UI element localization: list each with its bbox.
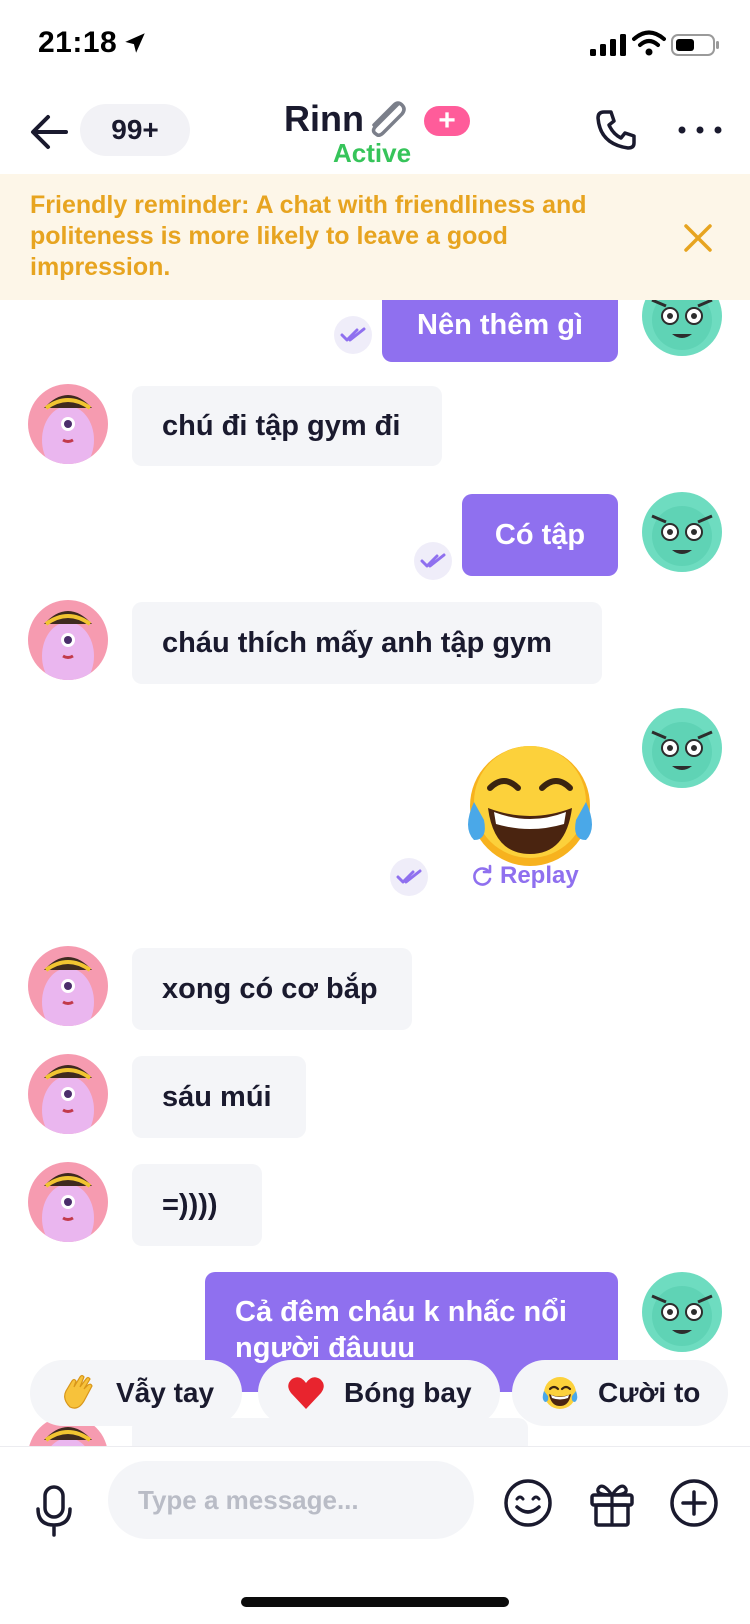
contact-avatar[interactable] bbox=[28, 1054, 108, 1134]
battery-icon bbox=[671, 34, 719, 56]
read-receipt-icon bbox=[334, 316, 372, 354]
replay-button[interactable]: Replay bbox=[470, 862, 579, 890]
unread-count-badge[interactable]: 99+ bbox=[80, 104, 190, 156]
status-time: 21:18 bbox=[38, 26, 118, 59]
contact-avatar[interactable] bbox=[28, 600, 108, 680]
plus-badge[interactable]: + bbox=[424, 106, 470, 136]
quick-reaction-laugh[interactable]: Cười to bbox=[512, 1360, 729, 1426]
laughing-tears-sticker[interactable] bbox=[460, 736, 600, 876]
contact-name[interactable]: Rinn bbox=[284, 98, 364, 140]
wifi-icon bbox=[632, 30, 666, 56]
phone-icon[interactable] bbox=[594, 108, 638, 152]
presence-status: Active bbox=[333, 138, 412, 168]
paperclip-icon bbox=[371, 101, 406, 138]
more-options-icon[interactable] bbox=[676, 112, 724, 148]
home-indicator bbox=[241, 1597, 509, 1607]
close-icon[interactable] bbox=[680, 220, 716, 256]
back-arrow-icon[interactable] bbox=[28, 112, 72, 152]
status-bar: 21:18 bbox=[0, 0, 750, 90]
outgoing-message[interactable]: Có tập bbox=[462, 494, 618, 576]
contact-avatar[interactable] bbox=[28, 384, 108, 464]
quick-reaction-wave[interactable]: Vẫy tay bbox=[30, 1360, 243, 1426]
chat-header: 99+ Rinn + Active bbox=[0, 90, 750, 174]
message-list[interactable]: Nên thêm gì chú đi tập gym đi Có tập chá… bbox=[0, 300, 750, 1448]
message-composer bbox=[0, 1446, 750, 1624]
incoming-message[interactable]: sáu múi bbox=[132, 1056, 306, 1138]
microphone-icon[interactable] bbox=[30, 1483, 78, 1539]
add-icon[interactable] bbox=[668, 1477, 720, 1529]
incoming-message[interactable]: chú đi tập gym đi bbox=[132, 386, 442, 466]
gift-icon[interactable] bbox=[586, 1477, 638, 1529]
red-heart-icon bbox=[288, 1377, 324, 1409]
incoming-message[interactable]: =)))) bbox=[132, 1164, 262, 1246]
my-avatar[interactable] bbox=[642, 300, 722, 356]
quick-reaction-label: Cười to bbox=[598, 1377, 701, 1408]
reminder-banner: Friendly reminder: A chat with friendlin… bbox=[0, 174, 750, 300]
my-avatar[interactable] bbox=[642, 708, 722, 788]
replay-icon bbox=[473, 864, 492, 886]
quick-reaction-heart[interactable]: Bóng bay bbox=[258, 1360, 500, 1426]
outgoing-message[interactable]: Nên thêm gì bbox=[382, 300, 618, 362]
message-input[interactable] bbox=[108, 1461, 474, 1539]
location-arrow-icon bbox=[125, 33, 145, 53]
reminder-text: Friendly reminder: A chat with friendlin… bbox=[30, 191, 587, 281]
read-receipt-icon bbox=[414, 542, 452, 580]
read-receipt-icon bbox=[390, 858, 428, 896]
emoji-icon[interactable] bbox=[502, 1477, 554, 1529]
incoming-message[interactable]: xong có cơ bắp bbox=[132, 948, 412, 1030]
quick-reactions: Vẫy tay Bóng bay Cười to bbox=[0, 1360, 750, 1440]
replay-label: Replay bbox=[500, 862, 579, 889]
laughing-tears-icon bbox=[542, 1377, 578, 1409]
incoming-message[interactable]: cháu thích mấy anh tập gym bbox=[132, 602, 602, 684]
quick-reaction-label: Vẫy tay bbox=[116, 1377, 215, 1408]
waving-hand-icon bbox=[64, 1374, 93, 1409]
cellular-signal-icon bbox=[590, 34, 626, 56]
my-avatar[interactable] bbox=[642, 1272, 722, 1352]
quick-reaction-label: Bóng bay bbox=[344, 1377, 472, 1408]
contact-avatar[interactable] bbox=[28, 1162, 108, 1242]
contact-avatar[interactable] bbox=[28, 946, 108, 1026]
my-avatar[interactable] bbox=[642, 492, 722, 572]
